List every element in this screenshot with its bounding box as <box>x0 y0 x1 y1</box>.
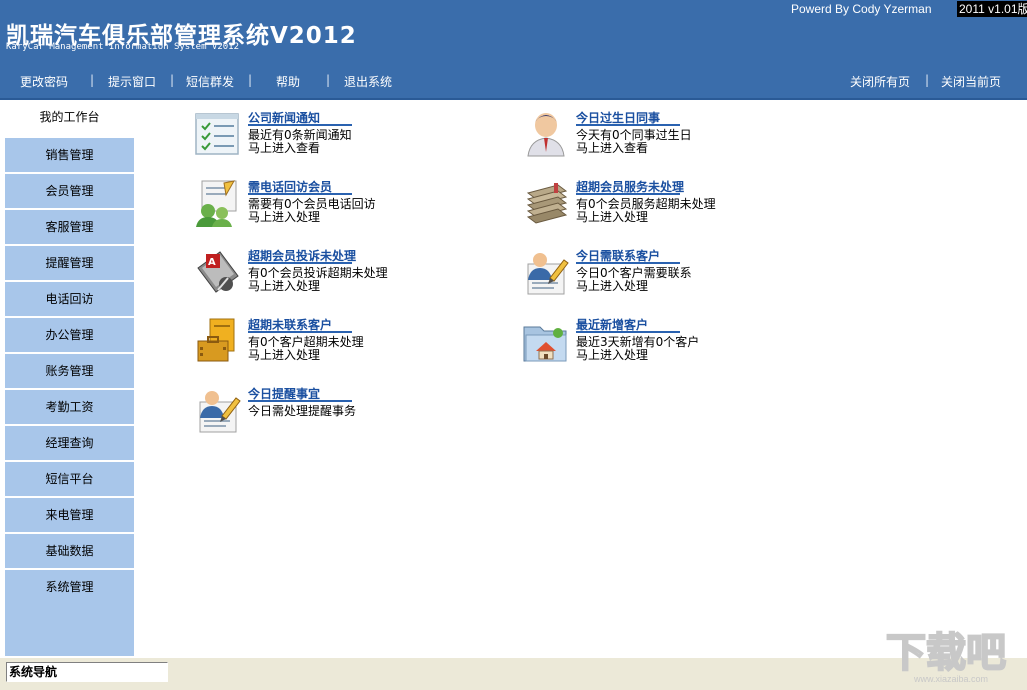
sidebar-item-system[interactable]: 系统管理 <box>5 568 134 604</box>
menu-close-current-page[interactable]: 关闭当前页 <box>941 75 1001 89</box>
checklist-icon <box>195 113 239 155</box>
task-birthday-colleagues[interactable]: 今日过生日同事 今天有0个同事过生日 马上进入查看 <box>522 110 822 172</box>
sidebar-item-reminders[interactable]: 提醒管理 <box>5 244 134 280</box>
sidebar-nav: 我的工作台 销售管理 会员管理 客服管理 提醒管理 电话回访 办公管理 账务管理… <box>5 100 134 656</box>
task-action: 马上进入处理 <box>576 348 649 362</box>
sidebar-item-phone-followup[interactable]: 电话回访 <box>5 280 134 316</box>
menu-change-password[interactable]: 更改密码 <box>20 75 68 89</box>
documents-stack-icon <box>526 183 568 224</box>
task-today-reminders[interactable]: 今日提醒事宜 今日需处理提醒事务 <box>194 386 494 448</box>
version-badge: 2011 v1.01版 <box>957 1 1027 17</box>
sidebar-item-sales[interactable]: 销售管理 <box>5 136 134 172</box>
menu-separator: | <box>326 73 331 87</box>
sidebar-item-base-data[interactable]: 基础数据 <box>5 532 134 568</box>
menu-exit-system[interactable]: 退出系统 <box>344 75 392 89</box>
task-contact-clients-today[interactable]: 今日需联系客户 今日0个客户需要联系 马上进入处理 <box>522 248 822 310</box>
menu-separator: | <box>248 73 253 87</box>
task-action: 马上进入处理 <box>248 279 321 293</box>
task-action: 马上进入处理 <box>576 279 649 293</box>
menu-separator: | <box>925 73 930 87</box>
sidebar-item-workbench[interactable]: 我的工作台 <box>5 100 134 136</box>
menu-sms-broadcast[interactable]: 短信群发 <box>186 75 234 89</box>
edit-users-icon <box>196 180 237 227</box>
sidebar-item-accounts[interactable]: 账务管理 <box>5 352 134 388</box>
sidebar-item-attendance-salary[interactable]: 考勤工资 <box>5 388 134 424</box>
pdf-tools-icon: A <box>197 251 239 293</box>
task-overdue-complaints[interactable]: A 超期会员投诉未处理 有0个会员投诉超期未处理 马上进入处理 <box>194 248 494 310</box>
task-overdue-member-service[interactable]: 超期会员服务未处理 有0个会员服务超期未处理 马上进入处理 <box>522 179 822 241</box>
task-recent-new-clients[interactable]: 最近新增客户 最近3天新增有0个客户 马上进入处理 <box>522 317 822 379</box>
task-action: 马上进入处理 <box>248 348 321 362</box>
task-action: 马上进入处理 <box>576 210 649 224</box>
app-subtitle: KaryCar Management Information System V2… <box>6 42 239 52</box>
svg-text:A: A <box>208 257 216 268</box>
sidebar-item-manager-query[interactable]: 经理查询 <box>5 424 134 460</box>
watermark-logo: 下载吧 www.xiazaiba.com <box>885 629 1007 684</box>
status-nav-label: 系统导航 <box>6 662 168 682</box>
sidebar-item-members[interactable]: 会员管理 <box>5 172 134 208</box>
user-edit-icon <box>527 253 569 295</box>
sidebar-item-sms-platform[interactable]: 短信平台 <box>5 460 134 496</box>
task-overdue-uncontacted-clients[interactable]: 超期未联系客户 有0个客户超期未处理 马上进入处理 <box>194 317 494 379</box>
briefcase-icon <box>197 318 235 362</box>
top-menu-left: 更改密码 <box>20 73 68 89</box>
folder-home-icon <box>523 326 567 362</box>
app-header: 凯瑞汽车俱乐部管理系统V2012 KaryCar Management Info… <box>0 0 1027 100</box>
menu-help[interactable]: 帮助 <box>276 75 300 89</box>
task-phone-followup[interactable]: 需电话回访会员 需要有0个会员电话回访 马上进入处理 <box>194 179 494 241</box>
svg-text:www.xiazaiba.com: www.xiazaiba.com <box>913 674 988 684</box>
svg-text:下载吧: 下载吧 <box>886 630 1006 676</box>
sidebar-item-office[interactable]: 办公管理 <box>5 316 134 352</box>
menu-close-all-pages[interactable]: 关闭所有页 <box>850 75 910 89</box>
menu-separator: | <box>170 73 175 87</box>
task-action: 马上进入查看 <box>576 141 649 155</box>
status-bar: 系统导航 <box>0 658 1027 690</box>
powered-by-text: Powerd By Cody Yzerman <box>791 2 932 16</box>
person-icon <box>527 113 565 157</box>
user-edit-icon <box>199 391 241 433</box>
task-action: 马上进入处理 <box>248 210 321 224</box>
task-desc: 今日需处理提醒事务 <box>248 404 357 418</box>
menu-separator: | <box>90 73 95 87</box>
sidebar-item-incoming-calls[interactable]: 来电管理 <box>5 496 134 532</box>
sidebar-item-customer-service[interactable]: 客服管理 <box>5 208 134 244</box>
task-action: 马上进入查看 <box>248 141 321 155</box>
task-company-news[interactable]: 公司新闻通知 最近有0条新闻通知 马上进入查看 <box>194 110 494 172</box>
menu-tip-window[interactable]: 提示窗口 <box>108 75 156 89</box>
